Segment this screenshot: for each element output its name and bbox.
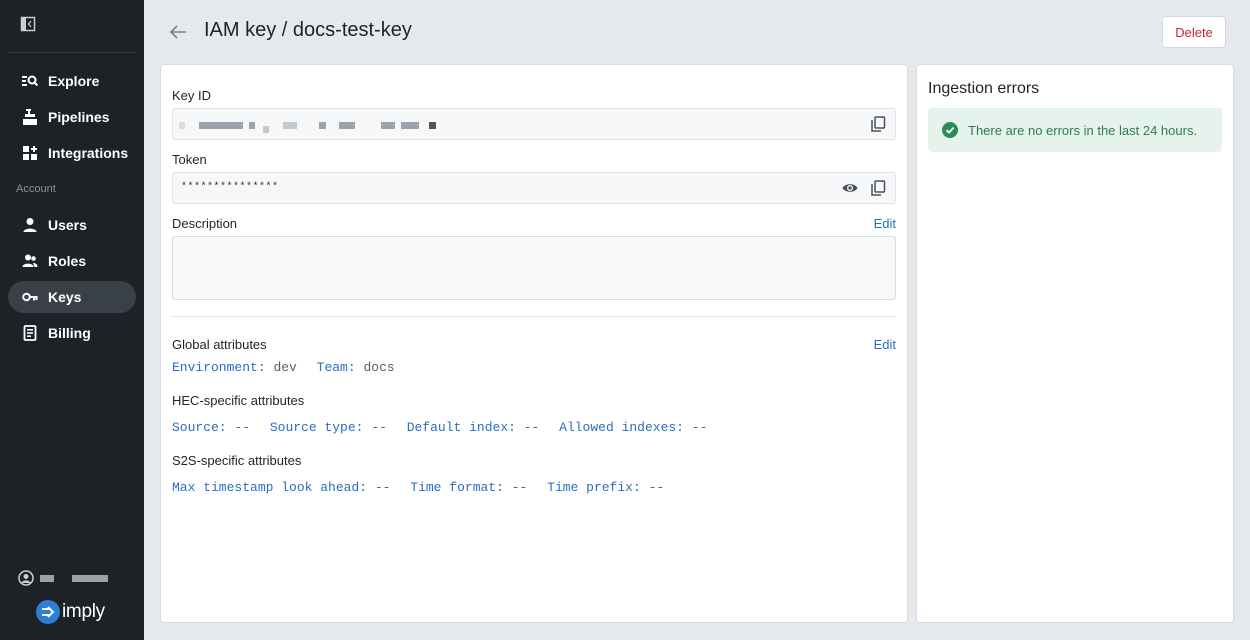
redacted-key-id [199,122,243,129]
redacted-key-id [283,122,297,129]
nav-label: Roles [48,253,87,269]
redacted-key-id [319,122,326,129]
redacted-username [40,574,54,582]
attr-key: Source type: [269,420,364,435]
attr-key: Allowed indexes: [559,420,684,435]
global-attributes-label: Global attributes [172,337,267,352]
redacted-key-id [429,122,436,129]
user-account[interactable] [18,570,108,586]
token-value: *************** [181,182,279,193]
nav-item-integrations[interactable]: Integrations [8,137,136,169]
integrations-icon [23,146,37,160]
explore-icon [22,75,38,87]
nav-item-users[interactable]: Users [8,209,136,241]
redacted-key-id [339,122,355,129]
no-errors-callout: There are no errors in the last 24 hours… [928,108,1222,152]
attr-key: Default index: [406,420,516,435]
attr-value: -- [234,420,251,435]
attr-value: -- [648,480,665,495]
attr-key: Max timestamp look ahead: [172,480,368,495]
s2s-attributes-list: Max timestamp look ahead: -- Time format… [172,480,676,495]
sidebar-section-account: Account [16,183,56,195]
attr-value: -- [523,420,540,435]
attr-key: Source: [172,420,227,435]
sidebar: Explore Pipelines Integrations Account U… [0,0,144,640]
attr-value: -- [371,420,387,435]
redacted-key-id [381,122,395,129]
nav-item-explore[interactable]: Explore [8,65,136,97]
delete-button[interactable]: Delete [1162,16,1226,48]
nav-label: Keys [48,289,82,305]
description-edit-link[interactable]: Edit [874,216,896,231]
ingestion-errors-title: Ingestion errors [928,80,1040,97]
hec-attributes-list: Source: -- Source type: -- Default index… [172,420,719,435]
token-field: *************** [172,172,896,204]
nav-item-roles[interactable]: Roles [8,245,136,277]
attr-key: Environment: [172,360,266,375]
redacted-key-id [179,122,185,129]
nav-item-billing[interactable]: Billing [8,317,136,349]
attr-value: -- [511,480,528,495]
global-attributes-edit-link[interactable]: Edit [874,337,896,352]
key-id-field [172,108,896,140]
nav-label: Explore [48,73,100,89]
attr-value: docs [363,360,395,375]
s2s-attributes-label: S2S-specific attributes [172,453,302,468]
attr-value: -- [374,480,391,495]
attr-key: Team: [316,360,356,375]
eye-icon[interactable] [842,180,858,196]
billing-icon [23,325,37,341]
attr-key: Time prefix: [547,480,641,495]
sidebar-collapse-icon[interactable] [20,16,36,32]
description-label: Description [172,216,238,231]
redacted-username [72,574,108,582]
key-icon [22,292,38,302]
nav-label: Integrations [48,145,129,161]
imply-logo-mark-icon [36,600,60,624]
token-label: Token [172,152,207,167]
logo-text: imply [62,601,105,622]
nav-item-keys[interactable]: Keys [8,281,136,313]
section-divider [172,316,896,317]
hec-attributes-label: HEC-specific attributes [172,393,305,408]
description-field[interactable] [172,236,896,300]
nav-label: Users [48,217,87,233]
check-circle-icon [942,122,958,138]
attr-value: dev [273,360,297,375]
user-icon [23,218,37,232]
attr-value: -- [691,420,708,435]
attr-key: Time format: [410,480,504,495]
key-details-panel: Key ID Token *************** Description… [160,64,908,623]
ingestion-errors-panel: Ingestion errors There are no errors in … [916,64,1234,623]
nav-item-pipelines[interactable]: Pipelines [8,101,136,133]
copy-icon[interactable] [870,116,886,132]
key-id-label: Key ID [172,88,212,103]
redacted-key-id [263,126,269,133]
nav-label: Billing [48,325,91,341]
sidebar-divider [8,52,136,53]
page-title: IAM key / docs-test-key [204,19,412,41]
global-attributes-list: Environment: dev Team: docs [172,360,407,375]
back-arrow-icon[interactable] [168,22,188,42]
redacted-key-id [249,122,255,129]
no-errors-message: There are no errors in the last 24 hours… [968,122,1198,138]
account-circle-icon [18,570,34,586]
copy-icon[interactable] [870,180,886,196]
nav-label: Pipelines [48,109,110,125]
pipelines-icon [23,109,37,125]
roles-icon [22,254,38,267]
imply-logo: imply [36,600,105,624]
redacted-key-id [401,122,419,129]
